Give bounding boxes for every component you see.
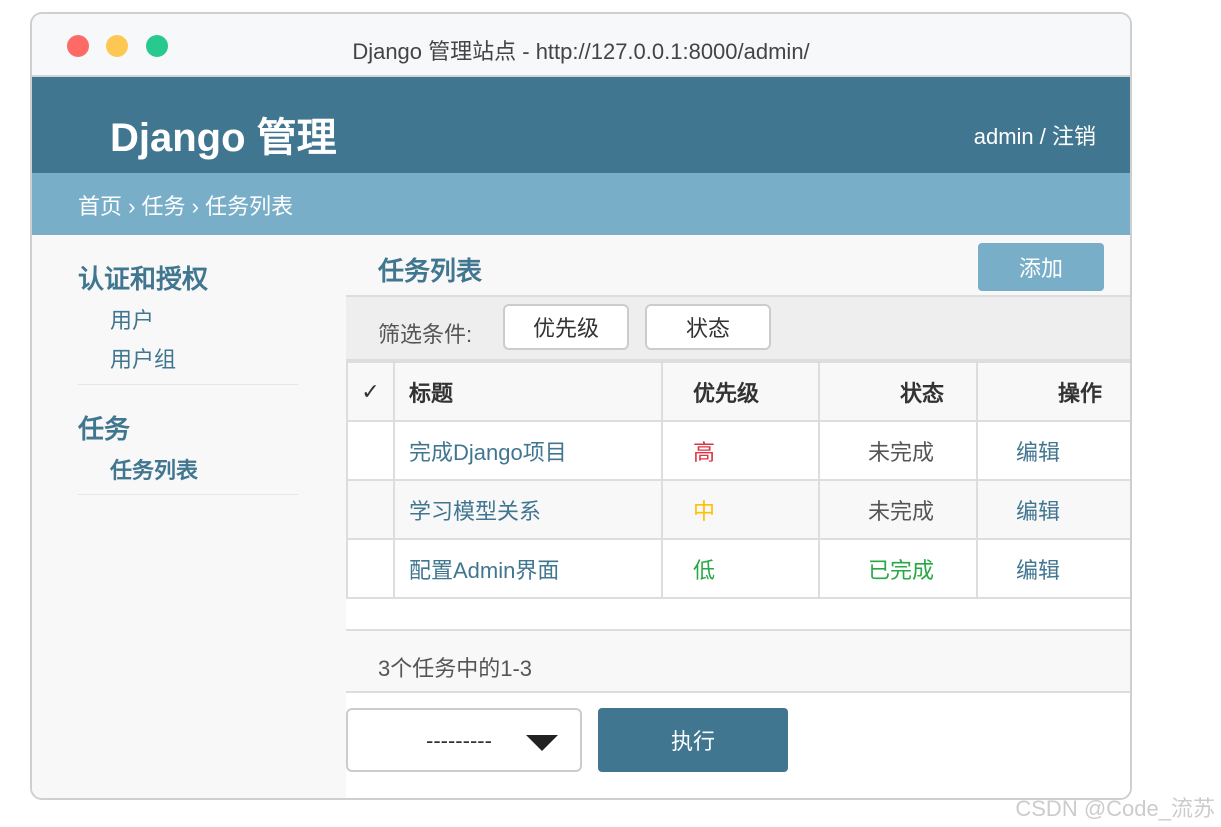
sidebar-nav: 认证和授权 用户 用户组 任务 任务列表 — [32, 235, 346, 798]
watermark: CSDN @Code_流苏 — [1015, 796, 1215, 821]
chevron-down-icon — [526, 735, 558, 751]
column-header-status[interactable]: 状态 — [818, 361, 978, 422]
user-links[interactable]: admin / 注销 — [974, 119, 1096, 151]
column-header-title[interactable]: 标题 — [393, 361, 663, 422]
filter-priority-button[interactable]: 优先级 — [503, 304, 629, 350]
breadcrumb-trail[interactable]: 首页 › 任务 › 任务列表 — [78, 189, 293, 221]
sidebar-item-users[interactable]: 用户 — [110, 303, 154, 335]
row-checkbox[interactable] — [346, 479, 395, 540]
sidebar-item-groups[interactable]: 用户组 — [110, 342, 176, 374]
page-title: 任务列表 — [378, 256, 483, 286]
priority-cell: 中 — [661, 479, 820, 540]
paginator-text: 3个任务中的1-3 — [378, 656, 533, 681]
table-row: 配置Admin界面 低 已完成 编辑 — [346, 538, 1130, 599]
task-title-link[interactable]: 配置Admin界面 — [393, 538, 663, 599]
add-task-button[interactable]: 添加 — [978, 243, 1104, 291]
content-toolbar: 任务列表 添加 — [346, 235, 1130, 297]
task-title-link[interactable]: 完成Django项目 — [393, 420, 663, 481]
filter-label: 筛选条件: — [378, 322, 473, 347]
run-action-button[interactable]: 执行 — [598, 708, 788, 772]
column-header-actions: 操作 — [976, 361, 1130, 422]
main-content: 任务列表 添加 筛选条件: 优先级 状态 ✓ 标题 优先级 状态 操作 完成Dj… — [346, 235, 1130, 798]
edit-link[interactable]: 编辑 — [976, 420, 1130, 481]
action-select-value: --------- — [426, 728, 492, 753]
priority-cell: 低 — [661, 538, 820, 599]
select-all-checkbox[interactable]: ✓ — [346, 361, 395, 422]
window-title: Django 管理站点 - http://127.0.0.1:8000/admi… — [352, 39, 810, 64]
module-title-auth[interactable]: 认证和授权 — [78, 259, 208, 296]
site-brand[interactable]: Django 管理 — [110, 105, 337, 163]
task-table: ✓ 标题 优先级 状态 操作 完成Django项目 高 未完成 编辑 学习模型关… — [346, 361, 1130, 599]
sidebar-divider — [78, 494, 298, 495]
edit-link[interactable]: 编辑 — [976, 479, 1130, 540]
row-checkbox[interactable] — [346, 420, 395, 481]
priority-cell: 高 — [661, 420, 820, 481]
browser-window: Django 管理站点 - http://127.0.0.1:8000/admi… — [30, 12, 1132, 800]
edit-link[interactable]: 编辑 — [976, 538, 1130, 599]
site-header: Django 管理 admin / 注销 — [32, 77, 1130, 173]
status-cell: 已完成 — [818, 538, 978, 599]
sidebar-item-task-list[interactable]: 任务列表 — [110, 453, 198, 485]
filter-bar: 筛选条件: 优先级 状态 — [346, 297, 1130, 361]
paginator: 3个任务中的1-3 — [346, 629, 1130, 693]
table-header-row: ✓ 标题 优先级 状态 操作 — [346, 361, 1130, 422]
filter-status-button[interactable]: 状态 — [645, 304, 771, 350]
action-select[interactable]: --------- — [346, 708, 582, 772]
row-checkbox[interactable] — [346, 538, 395, 599]
column-header-priority[interactable]: 优先级 — [661, 361, 820, 422]
status-cell: 未完成 — [818, 420, 978, 481]
task-title-link[interactable]: 学习模型关系 — [393, 479, 663, 540]
table-row: 学习模型关系 中 未完成 编辑 — [346, 479, 1130, 540]
window-titlebar: Django 管理站点 - http://127.0.0.1:8000/admi… — [32, 14, 1130, 77]
table-row: 完成Django项目 高 未完成 编辑 — [346, 420, 1130, 481]
breadcrumb: 首页 › 任务 › 任务列表 — [32, 173, 1130, 235]
sidebar-divider — [78, 384, 298, 385]
module-title-tasks[interactable]: 任务 — [78, 409, 130, 446]
status-cell: 未完成 — [818, 479, 978, 540]
